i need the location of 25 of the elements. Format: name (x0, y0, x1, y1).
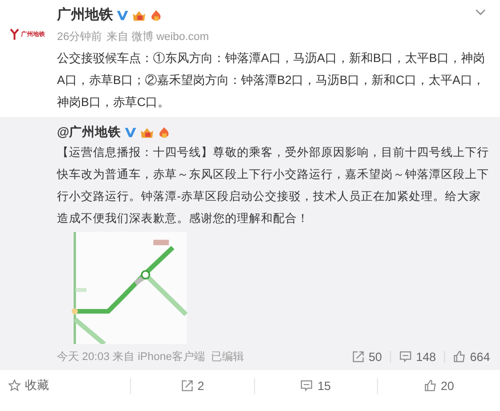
thumbs-up-icon (452, 350, 466, 363)
author-link[interactable]: @广州地铁 (57, 124, 122, 140)
share-icon (352, 350, 365, 363)
post-source: 来自 微博 weibo.com (106, 30, 209, 44)
flame-icon (157, 126, 172, 138)
share-icon (180, 379, 194, 392)
stat-button[interactable]: 148 (398, 350, 436, 364)
logo-icon (10, 28, 19, 40)
comment-icon (300, 379, 314, 392)
flame-icon (149, 8, 163, 22)
crown-icon (132, 8, 146, 22)
author-name[interactable]: 广州地铁 (57, 6, 113, 24)
verified-icon (124, 126, 138, 138)
stat-button[interactable]: 50 (352, 350, 382, 364)
chevron-down-icon[interactable] (475, 9, 486, 16)
post-text: 公交接驳候车点：①东风方向：钟落潭A口，马沥A口，新和B口，太平B口，神岗A口，赤草B口；②嘉禾望岗方向：钟落潭B2口，马沥B口，新和C口，太平A口，神岗B口，赤草C口。 (57, 50, 486, 111)
comment-icon (398, 350, 412, 363)
star-icon (8, 379, 21, 392)
repost-text: 【运营信息播报：十四号线】尊敬的乘客，受外部原因影响，目前十四号线上下行快车改为普通车，赤草～东风区段上下行小交路运行，嘉禾望岗～钟落潭区段上下行小交路运行。钟落潭-赤草区段启动公交接驳，技术人员正在加紧处理。给大家造成不便我们深表歉意。感谢您的理解和配合！ (57, 145, 490, 227)
verified-icon (116, 8, 129, 22)
thumbs-up-icon (424, 379, 437, 392)
post-meta: 今天 20:03 来自 iPhone客户端 (57, 350, 205, 364)
edited-label: 已编辑 (210, 350, 244, 364)
stat-button[interactable]: 664 (452, 350, 490, 364)
crown-icon (140, 126, 154, 138)
